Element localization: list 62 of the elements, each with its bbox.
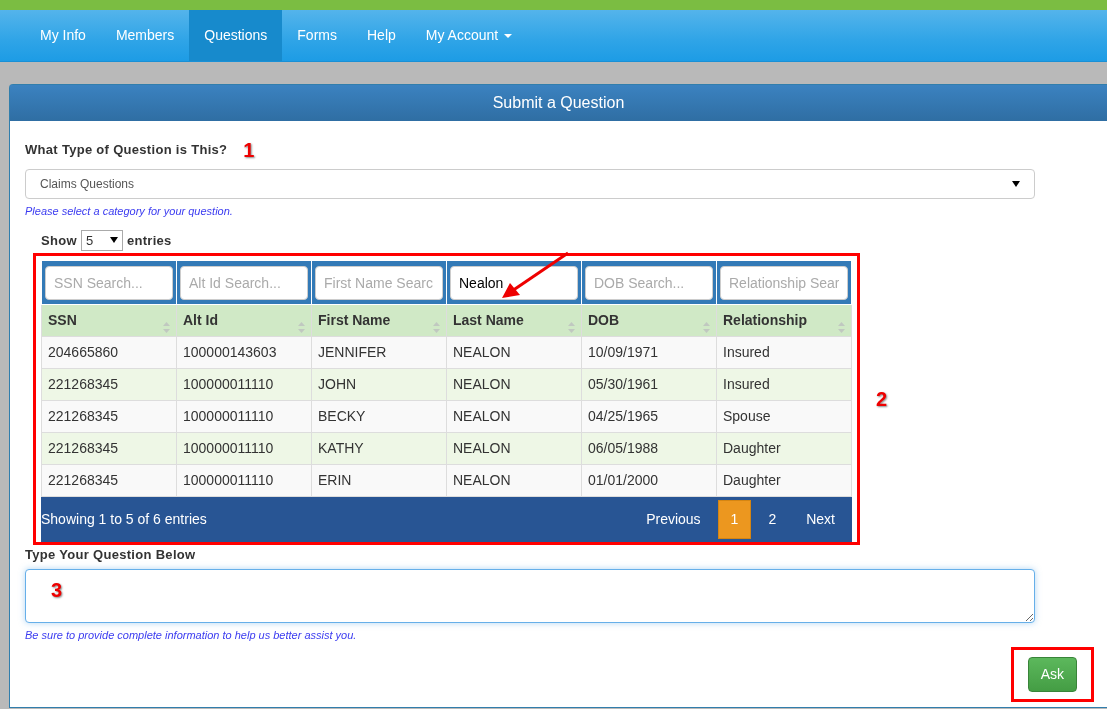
table-cell: 221268345 [41,464,177,497]
table-cell: KATHY [311,432,447,465]
table-cell: Insured [716,336,852,369]
table-cell: JENNIFER [311,336,447,369]
annotation-number: 1 [243,138,255,163]
search-field[interactable]: First Name Searc [315,265,443,300]
length-label: Show [41,231,77,250]
annotation-number: 2 [876,387,888,412]
column-header[interactable]: DOB [581,304,717,337]
table-cell: NEALON [446,368,582,401]
table-cell: 100000011110 [176,432,312,465]
search-field[interactable]: Alt Id Search... [180,265,308,300]
table-cell: 04/25/1965 [581,400,717,433]
entries-info: Showing 1 to 5 of 6 entries [41,510,207,529]
search-field[interactable]: Relationship Sear [720,265,848,300]
table-cell: 06/05/1988 [581,432,717,465]
table-cell: NEALON [446,432,582,465]
table-cell: NEALON [446,400,582,433]
column-header[interactable]: Alt Id [176,304,312,337]
field-label: What Type of Question is This? [25,141,228,160]
page-size-dropdown[interactable]: 5 [80,229,123,251]
annotation-number: 3 [51,577,63,603]
search-field[interactable]: SSN Search... [45,265,173,300]
panel-title: Submit a Question [10,85,1107,121]
column-header[interactable]: Last Name [446,304,582,337]
length-label: entries [126,231,172,250]
table-cell: 100000011110 [176,368,312,401]
nav-tab[interactable]: Questions [189,10,283,61]
table-cell: 10/09/1971 [581,336,717,369]
category-dropdown[interactable]: Claims Questions [25,169,1035,199]
question-input[interactable] [25,568,1035,623]
hint-text: Please select a category for your question. [25,204,234,219]
dropdown-arrow-icon [1012,181,1020,187]
table-cell: Daughter [716,432,852,465]
page-button[interactable]: Next [793,500,848,539]
search-field[interactable]: Nealon [450,265,578,300]
field-label: Type Your Question Below [25,546,197,564]
table-cell: Spouse [716,400,852,433]
search-field[interactable]: DOB Search... [585,265,713,300]
table-cell: 204665860 [41,336,177,369]
table-cell: Daughter [716,464,852,497]
table-cell: 100000143603 [176,336,312,369]
table-cell: 01/01/2000 [581,464,717,497]
table-cell: 221268345 [41,432,177,465]
hint-text: Be sure to provide complete information to help us better assist you. [25,627,358,643]
table-cell: 100000011110 [176,400,312,433]
table-cell: NEALON [446,464,582,497]
column-header[interactable]: First Name [311,304,447,337]
page-button[interactable]: 2 [755,500,790,539]
table-cell: Insured [716,368,852,401]
table-cell: 100000011110 [176,464,312,497]
table-cell: ERIN [311,464,447,497]
table-cell: BECKY [311,400,447,433]
column-header[interactable]: Relationship [716,304,852,337]
table-cell: JOHN [311,368,447,401]
dropdown-arrow-icon [109,237,118,244]
column-header[interactable]: SSN [41,304,177,337]
table-cell: NEALON [446,336,582,369]
table-cell: 05/30/1961 [581,368,717,401]
page-button[interactable]: Previous [633,500,714,539]
table-cell: 221268345 [41,368,177,401]
table-cell: 221268345 [41,400,177,433]
